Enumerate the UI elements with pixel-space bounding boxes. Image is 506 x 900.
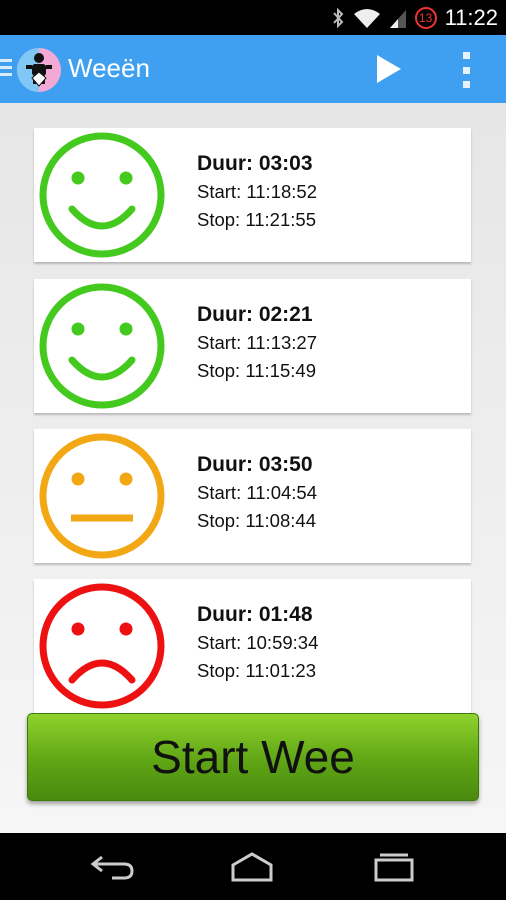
signal-icon (389, 9, 406, 28)
wifi-icon (353, 8, 380, 28)
stop-time-label: Stop: 11:01:23 (197, 660, 316, 681)
status-icons: 13 11:22 (331, 0, 498, 35)
overflow-menu-icon[interactable] (458, 52, 474, 88)
stop-time-label: Stop: 11:08:44 (197, 510, 316, 531)
status-bar: 13 11:22 (0, 0, 506, 35)
contraction-info: Duur: 02:21 Start: 11:13:27 Stop: 11:15:… (197, 303, 317, 388)
start-time-label: Start: 11:13:27 (197, 332, 317, 353)
contraction-card[interactable]: Duur: 03:50 Start: 11:04:54 Stop: 11:08:… (34, 429, 471, 563)
action-bar: Weeën (0, 35, 506, 103)
start-contraction-button[interactable]: Start Wee (27, 713, 479, 801)
home-icon[interactable] (228, 851, 276, 883)
start-time-label: Start: 11:18:52 (197, 181, 317, 202)
back-icon[interactable] (88, 851, 136, 883)
play-icon[interactable] (374, 53, 404, 85)
contraction-info: Duur: 03:03 Start: 11:18:52 Stop: 11:21:… (197, 152, 317, 237)
bluetooth-icon (332, 7, 343, 28)
neutral-face-icon (39, 433, 165, 559)
contraction-info: Duur: 03:50 Start: 11:04:54 Stop: 11:08:… (197, 453, 317, 538)
stop-time-label: Stop: 11:15:49 (197, 360, 316, 381)
notification-badge: 13 (414, 6, 437, 29)
sad-face-icon (39, 583, 165, 709)
navigation-bar (0, 833, 506, 900)
contraction-card[interactable]: Duur: 02:21 Start: 11:13:27 Stop: 11:15:… (34, 279, 471, 413)
app-logo-icon[interactable] (17, 48, 61, 92)
start-time-label: Start: 11:04:54 (197, 482, 317, 503)
drawer-menu-icon[interactable] (0, 59, 12, 80)
duration-label: Duur: 03:03 (197, 152, 313, 175)
contraction-card[interactable]: Duur: 03:03 Start: 11:18:52 Stop: 11:21:… (34, 128, 471, 262)
happy-face-icon (39, 132, 165, 258)
contraction-card[interactable]: Duur: 01:48 Start: 10:59:34 Stop: 11:01:… (34, 579, 471, 713)
start-time-label: Start: 10:59:34 (197, 632, 319, 653)
duration-label: Duur: 03:50 (197, 453, 313, 476)
recent-apps-icon[interactable] (370, 851, 418, 883)
clock: 11:22 (444, 4, 498, 30)
duration-label: Duur: 02:21 (197, 303, 313, 326)
duration-label: Duur: 01:48 (197, 603, 313, 626)
contraction-info: Duur: 01:48 Start: 10:59:34 Stop: 11:01:… (197, 603, 318, 688)
app-title: Weeën (68, 53, 150, 83)
happy-face-icon (39, 283, 165, 409)
stop-time-label: Stop: 11:21:55 (197, 209, 316, 230)
